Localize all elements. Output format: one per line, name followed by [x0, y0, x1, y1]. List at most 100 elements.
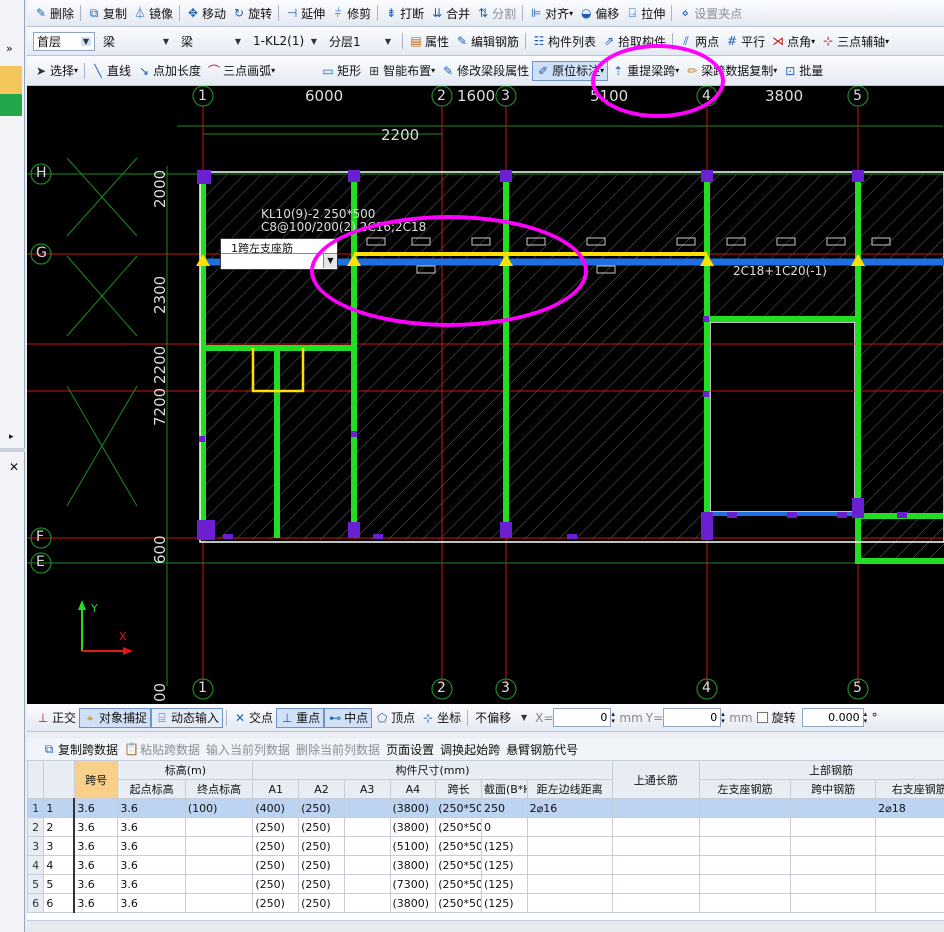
select-button[interactable]: ➤ 选择 ▾: [31, 61, 81, 81]
table-cell[interactable]: (250*500): [435, 798, 482, 818]
smart-layout-button[interactable]: ⊞ 智能布置 ▾: [364, 61, 438, 81]
x-coordinate-input[interactable]: [553, 708, 612, 727]
intersection-snap-button[interactable]: ✕ 交点: [230, 708, 276, 728]
table-cell[interactable]: [790, 798, 877, 818]
table-cell[interactable]: [343, 893, 391, 913]
table-cell[interactable]: (3800): [389, 855, 437, 875]
rotate-input[interactable]: [801, 708, 864, 727]
rotate-button[interactable]: ↻ 旋转: [229, 3, 275, 23]
table-cell[interactable]: [343, 836, 391, 856]
table-cell[interactable]: 6: [43, 893, 76, 913]
table-cell[interactable]: (400): [252, 798, 300, 818]
table-cell[interactable]: (250): [252, 855, 300, 875]
offset-button[interactable]: ◒ 偏移: [576, 3, 622, 23]
copy-button[interactable]: ⧉ 复制: [84, 3, 130, 23]
page-setup-button[interactable]: 页面设置: [383, 739, 437, 759]
table-cell[interactable]: (3800): [389, 798, 437, 818]
table-cell[interactable]: 2⌀18: [875, 798, 944, 818]
table-cell[interactable]: 3.6: [117, 817, 186, 837]
table-cell[interactable]: 250: [480, 798, 528, 818]
break-button[interactable]: ⇟ 打断: [381, 3, 427, 23]
table-row[interactable]: 333.63.6(250)(250)(5100)(250*500)(125): [27, 836, 944, 856]
table-cell[interactable]: 1: [43, 798, 76, 818]
table-cell[interactable]: (250): [298, 798, 345, 818]
input-column-data-button[interactable]: 输入当前列数据: [203, 739, 293, 759]
modify-beam-segment-button[interactable]: ✎ 修改梁段属性: [438, 61, 532, 81]
panel-expand-button[interactable]: »: [6, 42, 20, 56]
batch-button[interactable]: ⊡ 批量: [780, 61, 826, 81]
table-cell[interactable]: 3.6: [117, 874, 186, 894]
y-spin-icon[interactable]: ▴ ▾: [721, 710, 729, 725]
table-cell[interactable]: 0: [480, 817, 528, 837]
table-cell[interactable]: [698, 817, 792, 837]
span-data-table[interactable]: 跨号 标高(m) 构件尺寸(mm) 上通长筋 上部钢筋 下通 起点标高 终点标高…: [27, 760, 944, 913]
coordinate-snap-button[interactable]: ⊹ 坐标: [418, 708, 464, 728]
table-cell[interactable]: [184, 836, 254, 856]
split-button[interactable]: ⇅ 分割: [473, 3, 519, 23]
table-cell[interactable]: [611, 855, 700, 875]
point-angle-button[interactable]: ⋊ 点角 ▾: [768, 31, 818, 51]
move-button[interactable]: ✥ 移动: [183, 3, 229, 23]
edit-rebar-button[interactable]: ✎ 编辑钢筋: [452, 31, 522, 51]
object-snap-button[interactable]: ⌖ 对象捕捉: [79, 707, 152, 728]
table-row[interactable]: 663.63.6(250)(250)(3800)(250*500)(125): [27, 893, 944, 913]
panel-close-icon[interactable]: ✕: [9, 460, 19, 474]
table-cell[interactable]: (125): [480, 874, 528, 894]
table-cell[interactable]: [698, 798, 792, 818]
table-cell[interactable]: (250): [252, 893, 300, 913]
table-cell[interactable]: (250*500): [435, 874, 482, 894]
subtype-select[interactable]: 梁 ▼: [177, 32, 245, 51]
extend-button[interactable]: ⊣ 延伸: [282, 3, 328, 23]
floor-select[interactable]: 首层 ▼: [33, 31, 95, 51]
table-cell[interactable]: 3.6: [73, 874, 119, 894]
table-row[interactable]: 553.63.6(250)(250)(7300)(250*500)(125): [27, 874, 944, 894]
table-cell[interactable]: 3.6: [117, 855, 186, 875]
header-span-no[interactable]: 跨号: [73, 760, 119, 799]
table-scrollbar[interactable]: [27, 920, 944, 932]
span-data-copy-button[interactable]: ✏ 梁跨数据复制 ▾: [682, 61, 780, 81]
table-cell[interactable]: [526, 836, 613, 856]
component-select[interactable]: 1-KL2(1) ▼: [249, 32, 321, 51]
table-cell[interactable]: [343, 874, 391, 894]
table-cell[interactable]: [526, 817, 613, 837]
rotate-spin-icon[interactable]: ▴ ▾: [864, 710, 872, 725]
table-cell[interactable]: [611, 817, 700, 837]
rectangle-button[interactable]: ▭ 矩形: [318, 61, 364, 81]
table-cell[interactable]: [526, 874, 613, 894]
table-cell[interactable]: [790, 855, 877, 875]
table-cell[interactable]: (5100): [389, 836, 437, 856]
paste-span-data-button[interactable]: 📋 粘贴跨数据: [121, 739, 203, 759]
table-cell[interactable]: (250): [298, 817, 345, 837]
table-cell[interactable]: [526, 893, 613, 913]
ortho-button[interactable]: ⊥ 正交: [33, 708, 79, 728]
table-cell[interactable]: (125): [480, 855, 528, 875]
table-row[interactable]: 443.63.6(250)(250)(3800)(250*500)(125): [27, 855, 944, 875]
table-cell[interactable]: 5: [43, 874, 76, 894]
two-point-axis-button[interactable]: ⫽ 两点: [676, 31, 722, 51]
table-cell[interactable]: [790, 836, 877, 856]
span-data-table-container[interactable]: 跨号 标高(m) 构件尺寸(mm) 上通长筋 上部钢筋 下通 起点标高 终点标高…: [27, 760, 944, 932]
table-cell[interactable]: [790, 893, 877, 913]
re-extract-span-button[interactable]: ⇡ 重提梁跨 ▾: [608, 61, 682, 81]
properties-button[interactable]: ▤ 属性: [406, 31, 452, 51]
table-cell[interactable]: [698, 855, 792, 875]
delete-column-data-button[interactable]: 删除当前列数据: [293, 739, 383, 759]
dynamic-input-button[interactable]: ⌸ 动态输入: [151, 707, 224, 728]
y-coordinate-input[interactable]: [663, 708, 722, 727]
table-cell[interactable]: (250): [298, 893, 345, 913]
table-cell[interactable]: 3: [43, 836, 76, 856]
table-cell[interactable]: [611, 836, 700, 856]
mirror-button[interactable]: ⏃ 镜像: [130, 3, 176, 23]
table-cell[interactable]: [875, 893, 944, 913]
table-cell[interactable]: 3.6: [73, 893, 119, 913]
midpoint-snap-button[interactable]: ⊷ 中点: [324, 707, 373, 728]
three-point-arc-button[interactable]: ⌒ 三点画弧 ▾: [204, 61, 278, 81]
table-cell[interactable]: (7300): [389, 874, 437, 894]
table-cell[interactable]: [875, 817, 944, 837]
panel-scroll-arrow-icon[interactable]: ▸: [9, 432, 14, 442]
swap-start-span-button[interactable]: 调换起始跨: [437, 739, 503, 759]
line-button[interactable]: ╲ 直线: [88, 61, 134, 81]
cad-drawing-canvas[interactable]: 1 2 3 4 5 1 2 3 4 5 H G F E 6000 1600 51…: [27, 86, 944, 704]
trim-button[interactable]: ⫩ 修剪: [328, 3, 374, 23]
table-row[interactable]: 113.63.6(100)(400)(250)(3800)(250*500)25…: [27, 798, 944, 818]
